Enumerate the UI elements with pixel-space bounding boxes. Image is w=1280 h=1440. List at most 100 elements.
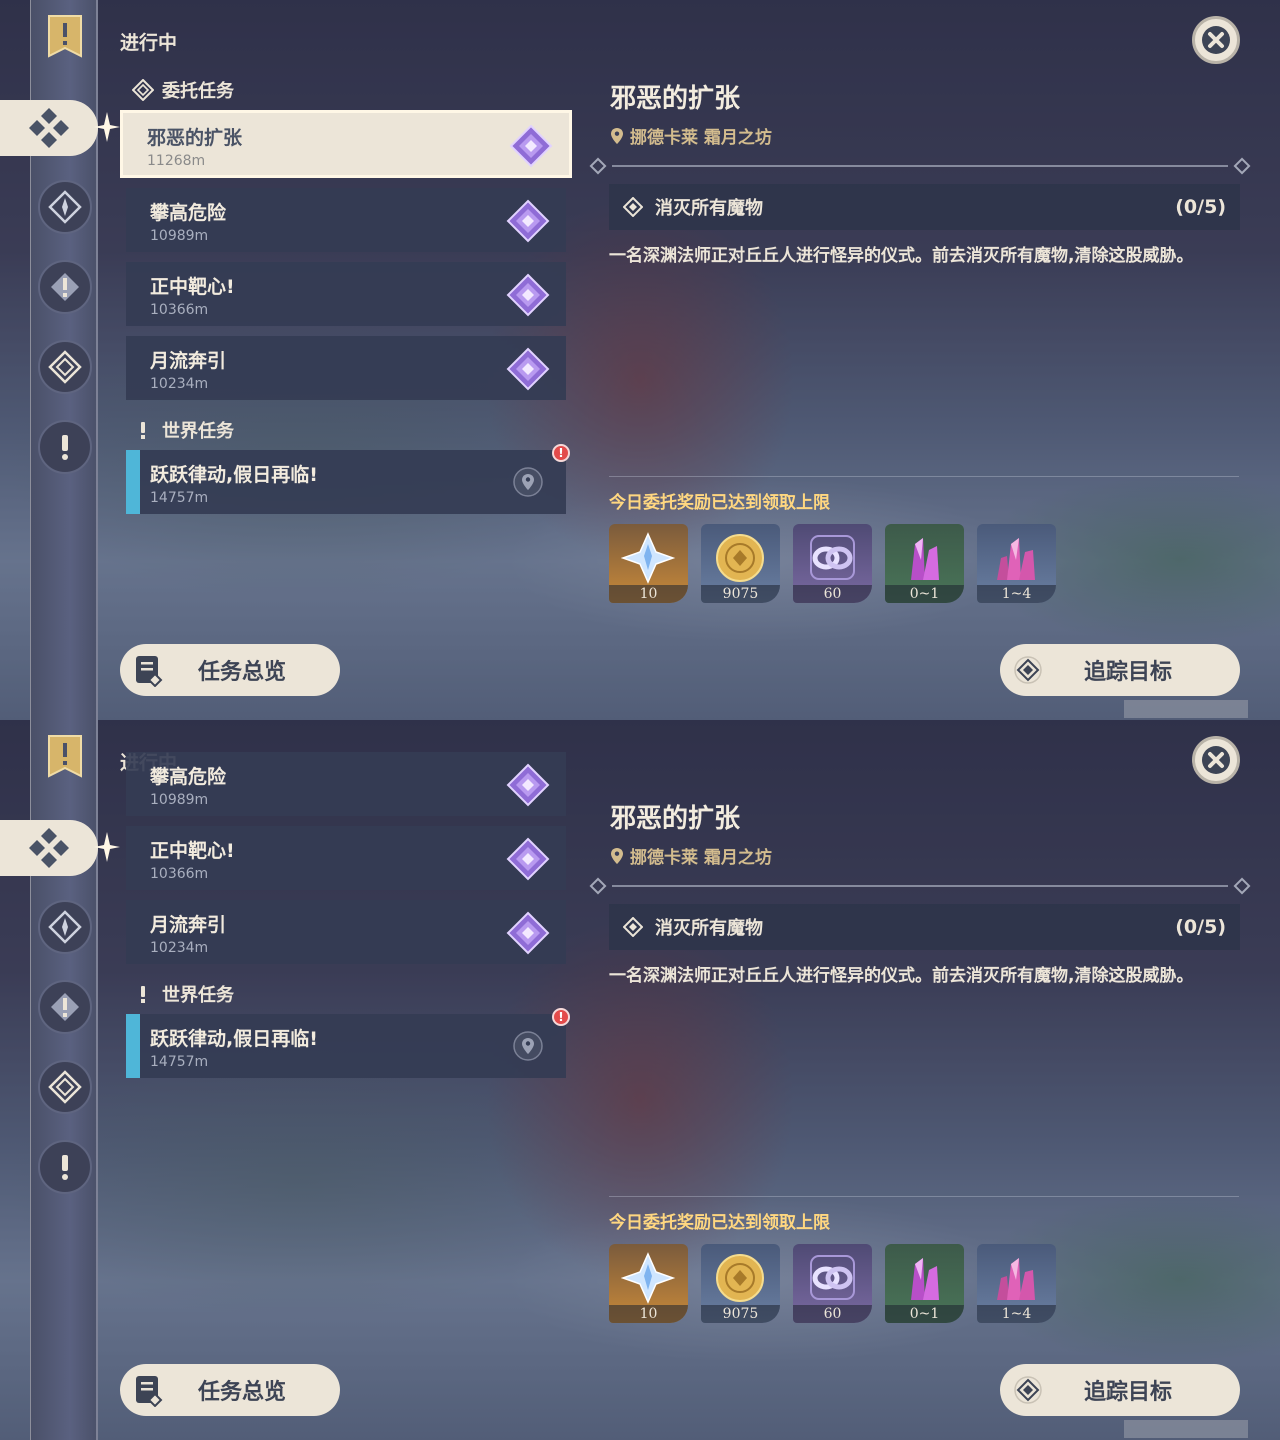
reward-count: 60 (793, 1305, 872, 1323)
sparkle-icon (94, 832, 120, 862)
close-icon (1202, 746, 1230, 774)
group-world-title: 世界任务 (162, 421, 234, 442)
reward-item[interactable]: 60 (793, 524, 872, 603)
commission-quest-icon (506, 199, 550, 243)
rail-btn-commission-active[interactable] (0, 820, 98, 876)
reward-count: 60 (793, 585, 872, 603)
close-button[interactable] (1192, 736, 1240, 784)
quest-list-scroll-content: 攀高危险 10989m 正中靶心! 10366m 月流奔引 10234m 世界任… (112, 752, 572, 1088)
quest-overview-button[interactable]: 任务总览 (120, 1364, 340, 1416)
reward-count: 1~4 (977, 585, 1056, 603)
map-pin-icon[interactable] (512, 466, 544, 498)
quest-name: 正中靶心! (150, 840, 235, 862)
crystal-ore-icon (911, 538, 939, 580)
quest-item[interactable]: 邪恶的扩张 11268m (120, 110, 572, 178)
close-icon (1202, 26, 1230, 54)
crystal-cluster-icon (997, 1258, 1035, 1300)
rail-btn-story[interactable] (38, 980, 92, 1034)
detail-location: 挪德卡莱 霜月之坊 (592, 843, 1248, 868)
quest-list[interactable]: 委托任务 邪恶的扩张 11268m 攀高危险 10989m 正中靶心! 1036… (112, 70, 572, 524)
objective-progress: (0/5) (1175, 916, 1226, 938)
track-target-label: 追踪目标 (1084, 1380, 1173, 1405)
quest-item[interactable]: 攀高危险 10989m (126, 188, 566, 252)
quest-distance: 10989m (150, 792, 209, 808)
bookmark-icon[interactable] (47, 14, 83, 58)
rail-btn-archon[interactable] (38, 900, 92, 954)
reward-count: 9075 (701, 585, 780, 603)
close-button[interactable] (1192, 16, 1240, 64)
reward-count: 10 (609, 1305, 688, 1323)
quest-item[interactable]: 正中靶心! 10366m (126, 826, 566, 890)
scroll-indicator (1124, 1420, 1248, 1438)
track-target-label: 追踪目标 (1084, 660, 1173, 685)
track-diamond-icon (1014, 1376, 1042, 1404)
quest-item[interactable]: 攀高危险 10989m (126, 752, 566, 816)
commission-quest-icon (506, 347, 550, 391)
quest-overview-button[interactable]: 任务总览 (120, 644, 340, 696)
commission-quest-icon (509, 124, 553, 168)
rail-btn-archon[interactable] (38, 180, 92, 234)
reward-item[interactable]: 0~1 (885, 524, 964, 603)
world-quest-icon (62, 1155, 68, 1180)
group-commission: 委托任务 (112, 70, 572, 110)
objective-row: 消灭所有魔物 (0/5) (609, 904, 1240, 950)
reward-count: 10 (609, 585, 688, 603)
alert-badge: ! (552, 444, 570, 462)
reward-item[interactable]: 1~4 (977, 1244, 1056, 1323)
reward-item[interactable]: 0~1 (885, 1244, 964, 1323)
reward-item[interactable]: 1~4 (977, 524, 1056, 603)
story-quest-icon (51, 993, 79, 1021)
event-quest-icon (48, 1070, 82, 1104)
sparkle-icon (94, 112, 120, 142)
rail-btn-world[interactable] (38, 420, 92, 474)
quest-distance: 11268m (147, 153, 206, 169)
commission-icon (29, 828, 69, 868)
reward-item[interactable]: 10 (609, 524, 688, 603)
objective-text: 消灭所有魔物 (655, 198, 763, 219)
detail-location: 挪德卡莱 霜月之坊 (592, 123, 1248, 148)
world-quest-item[interactable]: 跃跃律动,假日再临! 14757m ! (126, 1008, 570, 1078)
quest-description: 一名深渊法师正对丘丘人进行怪异的仪式。前去消灭所有魔物,清除这股威胁。 (609, 246, 1194, 266)
commission-small-icon (132, 79, 154, 101)
track-diamond-icon (1014, 656, 1042, 684)
event-quest-icon (48, 350, 82, 384)
crystal-cluster-icon (997, 538, 1035, 580)
bookmark-icon[interactable] (47, 734, 83, 778)
exclamation-icon (141, 986, 145, 1003)
group-commission-title: 委托任务 (162, 81, 234, 102)
detail-title: 邪恶的扩张 (610, 804, 741, 834)
divider (589, 876, 1251, 896)
objective-row: 消灭所有魔物 (0/5) (609, 184, 1240, 230)
quest-name: 邪恶的扩张 (147, 127, 243, 149)
rail-btn-commission-active[interactable] (0, 100, 98, 156)
story-quest-icon (51, 273, 79, 301)
world-quest-item[interactable]: 跃跃律动,假日再临! 14757m ! (126, 444, 570, 514)
quest-item[interactable]: 正中靶心! 10366m (126, 262, 566, 326)
reward-item[interactable]: 9075 (701, 1244, 780, 1323)
section-title: 进行中 (120, 32, 178, 54)
archon-quest-icon (48, 190, 82, 224)
reward-divider (609, 1196, 1239, 1197)
rail-btn-world-event[interactable] (38, 1060, 92, 1114)
quest-distance: 10234m (150, 940, 209, 956)
reward-item[interactable]: 9075 (701, 524, 780, 603)
track-target-button[interactable]: 追踪目标 (1000, 644, 1240, 696)
group-world: 世界任务 (112, 974, 572, 1014)
rail-btn-world[interactable] (38, 1140, 92, 1194)
quest-item[interactable]: 月流奔引 10234m (126, 336, 566, 400)
track-target-button[interactable]: 追踪目标 (1000, 1364, 1240, 1416)
map-pin-icon[interactable] (512, 1030, 544, 1062)
quest-panel-bottom: 进行中 攀高危险 10989m 正中靶心! 10366m 月流奔引 10234m… (0, 720, 1280, 1440)
quest-list-scrolled[interactable]: 攀高危险 10989m 正中靶心! 10366m 月流奔引 10234m 世界任… (112, 720, 572, 1440)
reward-count: 1~4 (977, 1305, 1056, 1323)
primogem-icon (621, 532, 676, 584)
quest-overview-label: 任务总览 (198, 660, 287, 685)
reward-count: 0~1 (885, 585, 964, 603)
rail-btn-world-event[interactable] (38, 340, 92, 394)
reward-item[interactable]: 10 (609, 1244, 688, 1323)
quest-item[interactable]: 月流奔引 10234m (126, 900, 566, 964)
reward-item[interactable]: 60 (793, 1244, 872, 1323)
rail-btn-story[interactable] (38, 260, 92, 314)
location-pin-icon (611, 127, 623, 144)
alert-badge: ! (552, 1008, 570, 1026)
